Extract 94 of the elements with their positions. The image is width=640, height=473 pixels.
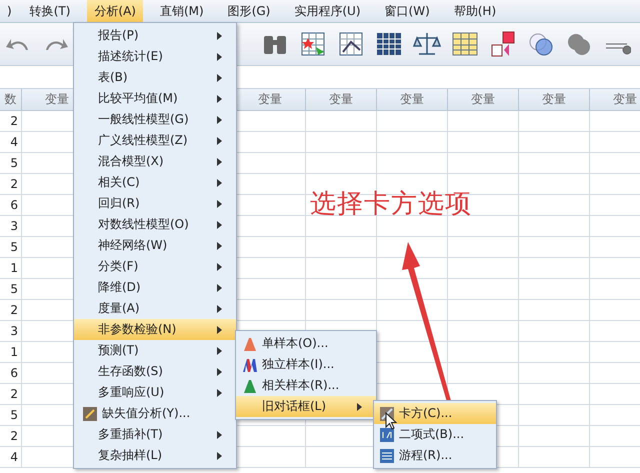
table-cell: 2 bbox=[0, 384, 22, 405]
table-cell: 2 bbox=[0, 111, 22, 132]
table-cell: 5 bbox=[0, 237, 22, 258]
menu-item[interactable]: 生存函数(S) bbox=[74, 361, 236, 382]
table-cell: 4 bbox=[0, 132, 22, 153]
menu-item[interactable]: 报告(P) bbox=[74, 25, 236, 46]
menu-title[interactable]: 图形(G) bbox=[220, 0, 278, 22]
chart-grid-icon[interactable] bbox=[337, 30, 365, 58]
menu-item[interactable]: 预测(T) bbox=[74, 340, 236, 361]
menu-item[interactable]: 卡方(C)... bbox=[374, 403, 496, 424]
menu-title[interactable]: 分析(A) bbox=[87, 0, 143, 22]
menu-item[interactable]: 独立样本(I)... bbox=[236, 354, 376, 375]
menu-item[interactable]: 度量(A) bbox=[74, 298, 236, 319]
table-cell: 1 bbox=[0, 342, 22, 363]
mouse-cursor-icon bbox=[385, 412, 397, 430]
menu-item[interactable]: 描述统计(E) bbox=[74, 46, 236, 67]
annotation-text: 选择卡方选项 bbox=[310, 188, 472, 221]
submenu-arrow-icon bbox=[217, 262, 222, 270]
table-cell: 1 bbox=[0, 258, 22, 279]
menu-item[interactable]: 多重插补(T) bbox=[74, 424, 236, 445]
value-labels-icon[interactable] bbox=[489, 30, 517, 58]
table-cell: 5 bbox=[0, 279, 22, 300]
submenu-arrow-icon bbox=[217, 242, 222, 250]
column-header: 变量 bbox=[590, 89, 640, 111]
menu-item[interactable]: 复杂抽样(L) bbox=[74, 445, 236, 466]
menu-item[interactable]: 游程(R)... bbox=[374, 445, 496, 466]
independent-samples-icon bbox=[242, 356, 258, 372]
submenu-arrow-icon bbox=[217, 346, 222, 354]
menu-title[interactable]: 帮助(H) bbox=[446, 0, 504, 22]
scale-icon[interactable] bbox=[413, 30, 441, 58]
menu-item[interactable]: 多重响应(U) bbox=[74, 382, 236, 403]
submenu-arrow-icon bbox=[217, 74, 222, 82]
column-header: 变量 bbox=[235, 89, 306, 111]
related-samples-icon bbox=[242, 378, 258, 394]
menu-item[interactable]: 相关(C) bbox=[74, 172, 236, 193]
table-cell: 3 bbox=[0, 321, 22, 342]
submenu-arrow-icon bbox=[217, 200, 222, 208]
binomial-icon bbox=[379, 426, 395, 442]
spreadsheet-icon[interactable] bbox=[451, 30, 479, 58]
menu-title[interactable]: 实用程序(U) bbox=[287, 0, 368, 22]
menu-item[interactable]: 广义线性模型(Z) bbox=[74, 130, 236, 151]
column-header: 变量 bbox=[519, 89, 590, 111]
submenu-arrow-icon bbox=[217, 430, 222, 438]
menu-item[interactable]: 回归(R) bbox=[74, 193, 236, 214]
column-header: 变量 bbox=[306, 89, 377, 111]
table-cell: 5 bbox=[0, 405, 22, 426]
submenu-arrow-icon bbox=[217, 388, 222, 396]
menu-title[interactable]: 窗口(W) bbox=[378, 0, 437, 22]
submenu-arrow-icon bbox=[217, 94, 222, 102]
menu-item[interactable]: 神经网络(W) bbox=[74, 235, 236, 256]
submenu-arrow-icon bbox=[217, 158, 222, 166]
column-header: 变量 bbox=[377, 89, 448, 111]
table-cell: 2 bbox=[0, 300, 22, 321]
table-cell: 6 bbox=[0, 363, 22, 384]
submenu-arrow-icon bbox=[217, 32, 222, 40]
menu-item[interactable]: 降维(D) bbox=[74, 277, 236, 298]
menu-item[interactable]: 非参数检验(N) bbox=[74, 319, 236, 340]
grid-star-icon[interactable] bbox=[299, 30, 327, 58]
menu-title[interactable]: 转换(T) bbox=[22, 0, 78, 22]
submenu-arrow-icon bbox=[217, 178, 222, 186]
submenu-arrow-icon bbox=[217, 452, 222, 460]
menu-item[interactable]: 混合模型(X) bbox=[74, 151, 236, 172]
submenu-arrow-icon bbox=[217, 304, 222, 312]
menu-item[interactable]: 相关样本(R)... bbox=[236, 375, 376, 396]
table-cell: 4 bbox=[0, 447, 22, 468]
table-cell: 5 bbox=[0, 153, 22, 174]
menu-item[interactable]: 表(B) bbox=[74, 67, 236, 88]
one-sample-icon bbox=[242, 336, 258, 352]
menu-item[interactable]: 缺失值分析(Y)... bbox=[74, 403, 236, 424]
runs-icon bbox=[379, 448, 395, 464]
submenu-arrow-icon bbox=[217, 368, 222, 376]
menu-item[interactable]: 单样本(O)... bbox=[236, 333, 376, 354]
menu-item[interactable]: 分类(F) bbox=[74, 256, 236, 277]
menu-title[interactable]: 直销(M) bbox=[152, 0, 211, 22]
table-cell: 2 bbox=[0, 426, 22, 447]
column-header: 数 bbox=[0, 89, 22, 111]
menu-item[interactable]: 对数线性模型(O) bbox=[74, 214, 236, 235]
table-cell: 3 bbox=[0, 216, 22, 237]
submenu-arrow-icon bbox=[217, 284, 222, 292]
menu-title[interactable]: ) bbox=[0, 0, 19, 22]
submenu-arrow-icon bbox=[217, 136, 222, 144]
submenu-arrow-icon bbox=[217, 326, 222, 334]
submenu-arrow-icon bbox=[217, 116, 222, 124]
submenu-arrow-icon bbox=[217, 220, 222, 228]
data-table-icon[interactable] bbox=[375, 30, 403, 58]
menu-item[interactable]: 二项式(B)... bbox=[374, 424, 496, 445]
missing-value-icon bbox=[82, 406, 98, 422]
menu-item[interactable]: 旧对话框(L) bbox=[236, 396, 376, 417]
column-header: 变量 bbox=[448, 89, 519, 111]
submenu-arrow-icon bbox=[217, 52, 222, 60]
table-cell: 6 bbox=[0, 195, 22, 216]
submenu-arrow-icon bbox=[357, 402, 362, 410]
table-cell: 2 bbox=[0, 174, 22, 195]
menu-item[interactable]: 一般线性模型(G) bbox=[74, 109, 236, 130]
